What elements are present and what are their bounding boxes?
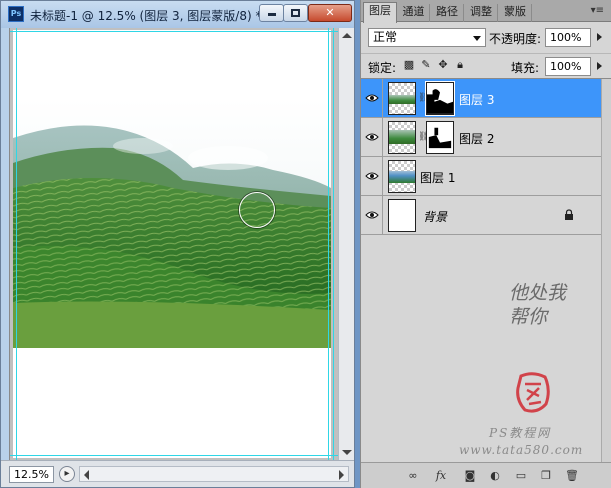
document-titlebar[interactable]: Ps 未标题-1 @ 12.5% (图层 3, 图层蒙版/8) * ✕ — [1, 1, 354, 28]
horizontal-scrollbar[interactable] — [79, 466, 349, 482]
layer-thumbnail[interactable] — [388, 160, 416, 193]
watermark-text: 他处我帮你 — [509, 282, 567, 328]
layer-name[interactable]: 图层 1 — [420, 169, 455, 186]
opacity-slider-icon[interactable] — [597, 33, 602, 41]
layer-thumbnail[interactable] — [388, 82, 416, 115]
visibility-toggle[interactable] — [361, 79, 383, 118]
layer-thumbnail[interactable] — [388, 199, 416, 232]
opacity-field[interactable]: 100% — [545, 28, 591, 47]
tab-masks[interactable]: 蒙版 — [499, 4, 532, 22]
layer-list: ⛓ 图层 3 ⛓ 图层 2 图层 1 背景 他处我帮你 PS教程网 www.ta… — [361, 78, 611, 463]
chain-link-icon[interactable]: ⛓ — [418, 93, 429, 104]
guide-line — [328, 28, 329, 460]
lock-row: 锁定: ▩ ✎ ✥ 🔒︎ 填充: 100% — [361, 53, 611, 77]
panel-tabs: 图层 通道 路径 调整 蒙版 ▾≡ — [361, 0, 611, 23]
layer-list-scrollbar[interactable] — [601, 79, 611, 463]
landscape-image — [13, 98, 331, 348]
scroll-right-icon[interactable] — [339, 470, 344, 480]
lock-all-icon[interactable]: 🔒︎ — [453, 58, 467, 72]
adjustment-layer-icon[interactable]: ◐ — [487, 468, 503, 483]
lock-position-icon[interactable]: ✥ — [436, 58, 450, 72]
layers-panel-footer: ∞ fx ◙ ◐ ▭ ❐ 🗑︎ — [361, 462, 611, 488]
new-layer-icon[interactable]: ❐ — [538, 468, 554, 483]
layer-thumbnail[interactable] — [388, 121, 416, 154]
scroll-left-icon[interactable] — [84, 470, 89, 480]
minimize-icon — [267, 13, 276, 16]
document-title: 未标题-1 @ 12.5% (图层 3, 图层蒙版/8) * — [30, 9, 262, 23]
photoshop-icon: Ps — [8, 6, 24, 22]
tab-layers[interactable]: 图层 — [363, 2, 397, 23]
lock-icon — [565, 209, 573, 220]
layers-panel: 图层 通道 路径 调整 蒙版 ▾≡ 正常 不透明度: 100% 锁定: ▩ ✎ … — [360, 0, 611, 488]
scroll-up-icon[interactable] — [342, 33, 352, 38]
layer-row-background[interactable]: 背景 — [361, 196, 601, 235]
zoom-field[interactable]: 12.5% — [9, 466, 54, 483]
guide-line — [333, 28, 334, 460]
lock-image-icon[interactable]: ✎ — [419, 58, 433, 72]
chevron-down-icon — [473, 36, 481, 41]
layer-name[interactable]: 背景 — [423, 208, 447, 225]
delete-layer-icon[interactable]: 🗑︎ — [564, 468, 580, 483]
visibility-toggle[interactable] — [361, 157, 383, 196]
blend-mode-value: 正常 — [373, 30, 398, 44]
minimize-button[interactable] — [259, 4, 284, 22]
tab-channels[interactable]: 通道 — [398, 4, 430, 22]
layer-name[interactable]: 图层 3 — [459, 91, 494, 108]
layer-mask-thumbnail[interactable] — [426, 121, 454, 154]
maximize-icon — [291, 9, 300, 17]
layer-mask-thumbnail[interactable] — [425, 81, 455, 116]
vertical-scrollbar[interactable] — [338, 28, 354, 460]
eye-icon — [365, 133, 379, 141]
scroll-down-icon[interactable] — [342, 450, 352, 455]
panel-menu-icon[interactable]: ▾≡ — [591, 6, 604, 16]
visibility-toggle[interactable] — [361, 118, 383, 157]
eye-icon — [365, 94, 379, 102]
eye-icon — [365, 211, 379, 219]
fx-icon[interactable]: fx — [433, 468, 449, 483]
watermark-site-url: www.tata580.com — [459, 443, 584, 457]
brush-cursor — [239, 192, 275, 228]
lock-transparency-icon[interactable]: ▩ — [402, 58, 416, 72]
add-mask-icon[interactable]: ◙ — [462, 468, 478, 483]
link-layers-icon[interactable]: ∞ — [405, 468, 421, 483]
canvas-area[interactable] — [9, 28, 338, 460]
tab-adjustments[interactable]: 调整 — [465, 4, 498, 22]
guide-line — [10, 455, 338, 456]
chain-link-icon[interactable]: ⛓ — [418, 132, 429, 143]
layer-row-3[interactable]: ⛓ 图层 3 — [361, 79, 601, 118]
guide-line — [16, 28, 17, 460]
visibility-toggle[interactable] — [361, 196, 383, 235]
status-bar: 12.5% ▸ — [1, 460, 354, 487]
status-menu-icon[interactable]: ▸ — [59, 466, 75, 482]
seal-stamp-icon — [516, 372, 550, 413]
eye-icon — [365, 172, 379, 180]
maximize-button[interactable] — [283, 4, 308, 22]
close-button[interactable]: ✕ — [308, 4, 352, 22]
lock-label: 锁定: — [368, 61, 397, 75]
close-icon: ✕ — [325, 6, 335, 19]
guide-line — [10, 31, 338, 32]
layer-row-1[interactable]: 图层 1 — [361, 157, 601, 196]
tab-paths[interactable]: 路径 — [431, 4, 464, 22]
fill-field[interactable]: 100% — [545, 57, 591, 76]
opacity-label: 不透明度: — [489, 32, 542, 46]
fill-label: 填充: — [511, 61, 540, 75]
watermark-site-name: PS教程网 — [489, 426, 552, 440]
layer-name[interactable]: 图层 2 — [459, 130, 494, 147]
group-icon[interactable]: ▭ — [513, 468, 529, 483]
document-window: Ps 未标题-1 @ 12.5% (图层 3, 图层蒙版/8) * ✕ 12.5… — [0, 0, 355, 488]
fill-slider-icon[interactable] — [597, 62, 602, 70]
blend-mode-select[interactable]: 正常 — [368, 28, 486, 47]
layer-row-2[interactable]: ⛓ 图层 2 — [361, 118, 601, 157]
